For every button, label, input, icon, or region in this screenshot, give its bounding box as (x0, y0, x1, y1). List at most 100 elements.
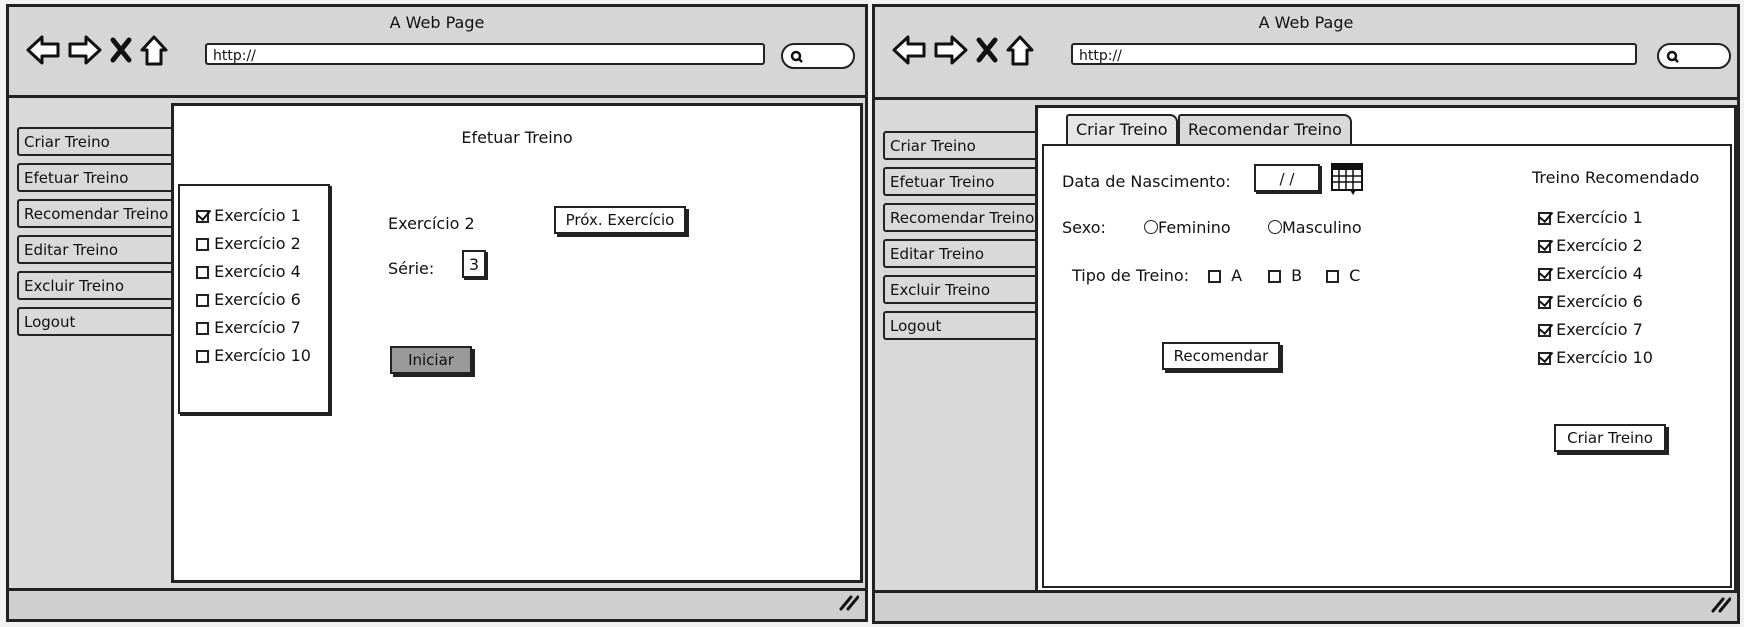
window-title: A Web Page (1258, 13, 1354, 32)
list-item[interactable]: Exercício 2 (1538, 236, 1643, 255)
type-option-a[interactable]: A (1208, 266, 1242, 285)
browser-toolbar: A Web Page http:// (9, 7, 865, 98)
home-icon[interactable] (139, 33, 169, 67)
list-item-label: Exercício 4 (214, 262, 301, 281)
list-item[interactable]: Exercício 1 (196, 206, 301, 225)
home-icon[interactable] (1005, 33, 1035, 67)
next-exercise-button[interactable]: Próx. Exercício (554, 206, 686, 234)
resize-grip-icon[interactable] (837, 593, 860, 615)
status-bar (9, 588, 865, 619)
checkbox[interactable] (196, 238, 209, 251)
browser-window-right: A Web Page http:// Criar Treino Efetuar … (872, 4, 1740, 624)
radio-label: Feminino (1158, 218, 1231, 237)
checkbox[interactable] (196, 322, 209, 335)
sidebar-item-editar-treino[interactable]: Editar Treino (17, 235, 177, 264)
sidebar-item-logout[interactable]: Logout (883, 311, 1043, 340)
sidebar-item-efetuar-treino[interactable]: Efetuar Treino (17, 163, 177, 192)
checkbox-checked[interactable] (1538, 212, 1551, 225)
list-item-label: Exercício 6 (214, 290, 301, 309)
list-item[interactable]: Exercício 2 (196, 234, 301, 253)
list-item-label: Exercício 2 (214, 234, 301, 253)
search-icon (1666, 49, 1680, 68)
main-panel: Criar Treino Recomendar Treino Data de N… (1035, 105, 1737, 593)
url-input[interactable]: http:// (1071, 43, 1637, 65)
status-bar (875, 590, 1737, 621)
list-item[interactable]: Exercício 6 (196, 290, 301, 309)
search-field[interactable] (781, 43, 855, 69)
checkbox-checked[interactable] (1538, 352, 1551, 365)
checkbox[interactable] (1326, 270, 1339, 283)
sidebar-item-excluir-treino[interactable]: Excluir Treino (883, 275, 1043, 304)
list-item-label: Exercício 10 (214, 346, 311, 365)
list-item[interactable]: Exercício 1 (1538, 208, 1643, 227)
list-item[interactable]: Exercício 10 (196, 346, 311, 365)
start-button[interactable]: Iniciar (390, 346, 472, 374)
list-item-label: Exercício 6 (1556, 292, 1643, 311)
current-exercise-label: Exercício 2 (388, 214, 475, 233)
back-arrow-icon[interactable] (891, 33, 927, 67)
checkbox-checked[interactable] (1538, 240, 1551, 253)
checkbox-checked[interactable] (196, 210, 209, 223)
list-item[interactable]: Exercício 7 (196, 318, 301, 337)
list-item-label: Exercício 1 (214, 206, 301, 225)
birth-date-input[interactable]: / / (1254, 164, 1320, 192)
sidebar-item-editar-treino[interactable]: Editar Treino (883, 239, 1043, 268)
list-item[interactable]: Exercício 7 (1538, 320, 1643, 339)
search-field[interactable] (1657, 43, 1731, 69)
browser-window-left: A Web Page http:// Criar Treino Efetuar … (6, 4, 868, 622)
calendar-icon[interactable] (1330, 162, 1364, 200)
checkbox-checked[interactable] (1538, 296, 1551, 309)
radio-label: Masculino (1282, 218, 1362, 237)
checkbox[interactable] (196, 350, 209, 363)
checkbox-checked[interactable] (1538, 268, 1551, 281)
sidebar-item-recomendar-treino[interactable]: Recomendar Treino (17, 199, 177, 228)
birth-date-label: Data de Nascimento: (1062, 172, 1231, 191)
radio-button[interactable] (1144, 220, 1158, 234)
main-panel: Efetuar Treino Exercício 1 Exercício 2 E… (171, 103, 863, 583)
page-title: Efetuar Treino (461, 128, 573, 147)
search-icon (790, 49, 804, 68)
type-option-c[interactable]: C (1326, 266, 1360, 285)
checkbox[interactable] (1208, 270, 1221, 283)
type-option-label: C (1349, 266, 1361, 285)
stop-x-icon[interactable] (975, 35, 999, 65)
forward-arrow-icon[interactable] (933, 33, 969, 67)
list-item[interactable]: Exercício 6 (1538, 292, 1643, 311)
list-item-label: Exercício 7 (1556, 320, 1643, 339)
sidebar-item-logout[interactable]: Logout (17, 307, 177, 336)
list-item[interactable]: Exercício 4 (196, 262, 301, 281)
list-item[interactable]: Exercício 4 (1538, 264, 1643, 283)
checkbox-checked[interactable] (1538, 324, 1551, 337)
list-item[interactable]: Exercício 10 (1538, 348, 1653, 367)
list-item-label: Exercício 10 (1556, 348, 1653, 367)
recommended-title: Treino Recomendado (1532, 168, 1700, 187)
radio-feminino[interactable]: Feminino (1144, 218, 1231, 237)
tab-recomendar-treino[interactable]: Recomendar Treino (1178, 114, 1352, 144)
recommend-button[interactable]: Recomendar (1162, 342, 1280, 370)
url-input[interactable]: http:// (205, 43, 765, 65)
checkbox[interactable] (196, 266, 209, 279)
sidebar-item-excluir-treino[interactable]: Excluir Treino (17, 271, 177, 300)
training-type-label: Tipo de Treino: (1072, 266, 1190, 285)
radio-button[interactable] (1268, 220, 1282, 234)
serie-input[interactable]: 3 (462, 250, 486, 278)
checkbox[interactable] (1268, 270, 1281, 283)
tab-criar-treino[interactable]: Criar Treino (1066, 114, 1178, 144)
resize-grip-icon[interactable] (1709, 595, 1732, 617)
sidebar: Criar Treino Efetuar Treino Recomendar T… (883, 131, 1043, 340)
list-item-label: Exercício 4 (1556, 264, 1643, 283)
list-item-label: Exercício 1 (1556, 208, 1643, 227)
type-option-b[interactable]: B (1268, 266, 1302, 285)
type-option-label: B (1291, 266, 1303, 285)
forward-arrow-icon[interactable] (67, 33, 103, 67)
stop-x-icon[interactable] (109, 35, 133, 65)
type-option-label: A (1231, 266, 1243, 285)
radio-masculino[interactable]: Masculino (1268, 218, 1362, 237)
sidebar-item-criar-treino[interactable]: Criar Treino (17, 127, 177, 156)
checkbox[interactable] (196, 294, 209, 307)
create-training-button[interactable]: Criar Treino (1554, 424, 1666, 452)
sidebar-item-efetuar-treino[interactable]: Efetuar Treino (883, 167, 1043, 196)
sidebar-item-criar-treino[interactable]: Criar Treino (883, 131, 1043, 160)
sidebar-item-recomendar-treino[interactable]: Recomendar Treino (883, 203, 1043, 232)
back-arrow-icon[interactable] (25, 33, 61, 67)
